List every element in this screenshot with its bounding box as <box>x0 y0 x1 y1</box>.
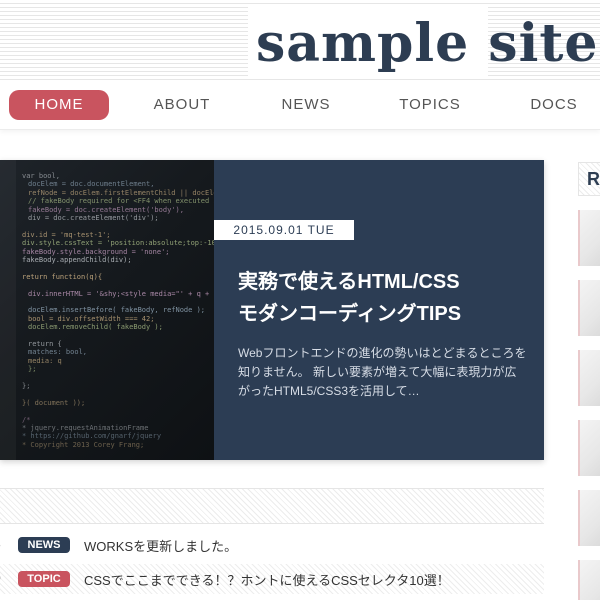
article-excerpt: Webフロントエンドの進化の勢いはとどまるところを知りません。 新しい要素が増え… <box>238 346 527 398</box>
sidebar-thumbnail[interactable] <box>578 490 600 546</box>
article-thumbnail[interactable]: var bool, docElem = doc.documentElement,… <box>0 160 214 460</box>
news-date: 8 <box>0 537 1 551</box>
news-section-header <box>0 488 544 524</box>
sidebar-thumbnail[interactable] <box>578 350 600 406</box>
sidebar-thumbnail[interactable] <box>578 420 600 476</box>
nav-item-docs[interactable]: DOCS <box>504 90 600 120</box>
logo-area[interactable]: sample site <box>248 6 597 78</box>
article-title-line1[interactable]: 実務で使えるHTML/CSS <box>238 266 538 298</box>
news-item[interactable]: 0 TOPIC CSSでここまでできる！？ホントに使えるCSSセレクタ10選！ <box>0 564 544 594</box>
nav-item-news[interactable]: NEWS <box>256 90 356 120</box>
sidebar-heading-label: R <box>587 169 600 189</box>
news-date: 0 <box>0 571 1 585</box>
nav-item-about[interactable]: ABOUT <box>132 90 232 120</box>
header: sample site <box>0 0 600 82</box>
article-title-line2[interactable]: モダンコーディングTIPS <box>238 298 538 330</box>
category-badge-topic: TOPIC <box>18 571 70 587</box>
featured-article[interactable]: var bool, docElem = doc.documentElement,… <box>0 160 544 460</box>
sidebar-heading: R <box>578 162 600 196</box>
category-badge-news: NEWS <box>18 537 70 553</box>
global-nav: HOME ABOUT NEWS TOPICS DOCS <box>0 82 600 130</box>
news-title[interactable]: CSSでここまでできる！？ホントに使えるCSSセレクタ10選！ <box>84 570 450 589</box>
sidebar-thumbnail[interactable] <box>578 560 600 600</box>
nav-item-topics[interactable]: TOPICS <box>380 90 480 120</box>
news-title[interactable]: WORKSを更新しました。 <box>84 536 237 555</box>
site-logo[interactable]: sample site <box>256 14 598 74</box>
sidebar-thumbnail[interactable] <box>578 210 600 266</box>
article-info: 2015.09.01 TUE 実務で使えるHTML/CSS モダンコーディングT… <box>214 160 544 460</box>
news-item[interactable]: 8 NEWS WORKSを更新しました。 <box>0 530 544 560</box>
sidebar-thumbnail[interactable] <box>578 280 600 336</box>
article-date: 2015.09.01 TUE <box>214 220 354 240</box>
page: sample site HOME ABOUT NEWS TOPICS DOCS … <box>0 0 600 600</box>
code-gutter <box>0 160 16 460</box>
article-title[interactable]: 実務で使えるHTML/CSS モダンコーディングTIPS <box>238 266 538 330</box>
nav-item-home[interactable]: HOME <box>9 90 109 120</box>
